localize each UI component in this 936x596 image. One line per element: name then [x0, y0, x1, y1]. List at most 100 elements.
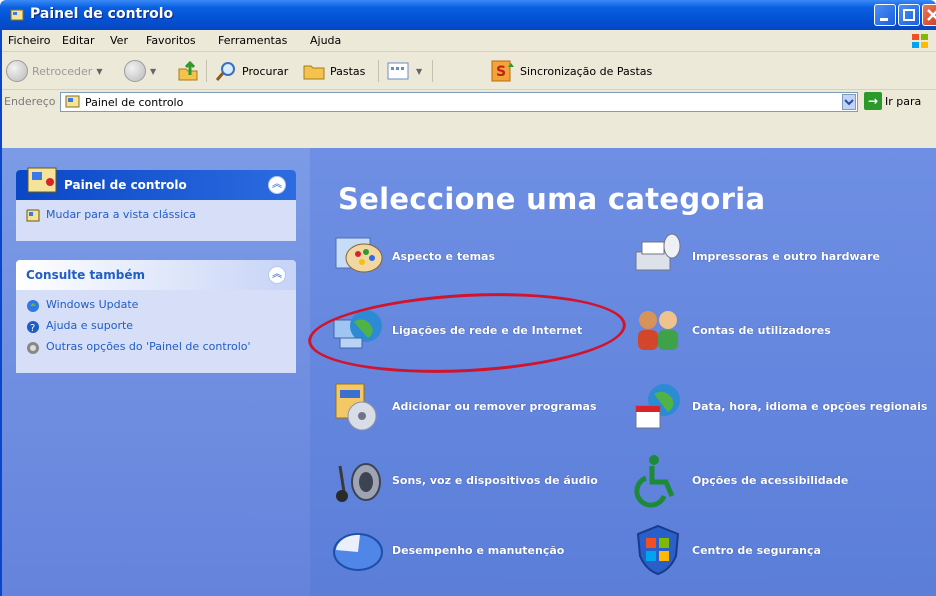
menu-bar: Ficheiro Editar Ver Favoritos Ferramenta…	[0, 30, 936, 52]
go-label: Ir para	[885, 94, 922, 108]
address-field[interactable]: Painel de controlo	[60, 92, 858, 112]
toolbar-divider	[432, 60, 433, 82]
close-icon	[927, 9, 936, 21]
category-user-accounts[interactable]: Contas de utilizadores	[630, 302, 831, 358]
accessibility-icon	[634, 455, 675, 508]
maximize-icon	[903, 9, 915, 21]
views-button[interactable]: ▼	[386, 59, 422, 83]
category-appearance-themes[interactable]: Aspecto e temas	[330, 228, 495, 284]
address-label: Endereço	[4, 95, 56, 108]
panel-body: Mudar para a vista clássica	[16, 200, 296, 241]
maximize-button[interactable]	[898, 4, 920, 26]
go-arrow-icon: →	[864, 92, 882, 110]
date-time-globe-icon	[635, 384, 680, 429]
folders-icon	[303, 65, 325, 80]
category-date-time-regional[interactable]: Data, hora, idioma e opções regionais	[630, 378, 927, 434]
address-bar: Endereço Painel de controlo → Ir para	[0, 90, 936, 148]
sync-label: Sincronização de Pastas	[520, 64, 653, 78]
svg-text:?: ?	[30, 323, 35, 334]
printer-hardware-icon	[635, 233, 681, 271]
window-frame-left	[0, 30, 2, 596]
toolbar: Retroceder ▼ ▼ Procurar Pastas ▼ S Sincr…	[0, 52, 936, 90]
category-security-center[interactable]: Centro de segurança	[630, 522, 821, 578]
minimize-button[interactable]	[874, 4, 896, 26]
toolbar-divider	[378, 60, 379, 82]
back-arrow-icon	[6, 60, 28, 82]
user-accounts-icon	[638, 311, 678, 350]
windows-logo-icon	[912, 34, 928, 48]
control-panel-icon	[10, 9, 24, 21]
chevron-down-icon: ▼	[150, 66, 157, 76]
window-title: Painel de controlo	[30, 6, 174, 22]
menu-ver[interactable]: Ver	[110, 34, 128, 47]
collapse-chevron-icon[interactable]: ︽	[268, 176, 286, 194]
other-options-label: Outras opções do 'Painel de controlo'	[46, 340, 251, 353]
collapse-chevron-icon[interactable]: ︽	[268, 266, 286, 284]
category-printers-hardware[interactable]: Impressoras e outro hardware	[630, 228, 880, 284]
folders-label: Pastas	[330, 64, 366, 78]
security-shield-icon	[636, 524, 680, 576]
control-panel-large-icon	[27, 167, 57, 193]
back-label: Retroceder	[32, 64, 93, 78]
folders-button[interactable]: Pastas	[302, 59, 365, 83]
menu-ferramentas[interactable]: Ferramentas	[218, 34, 287, 47]
chevron-down-icon	[844, 99, 854, 106]
category-label: Desempenho e manutenção	[392, 543, 565, 557]
menu-editar[interactable]: Editar	[62, 34, 95, 47]
category-label: Impressoras e outro hardware	[692, 249, 880, 263]
category-label: Sons, voz e dispositivos de áudio	[392, 473, 598, 487]
menu-ajuda[interactable]: Ajuda	[310, 34, 341, 47]
options-icon	[27, 342, 39, 354]
panel-title: Consulte também	[26, 268, 146, 282]
help-support-label: Ajuda e suporte	[46, 319, 134, 332]
views-icon	[387, 62, 409, 80]
control-panel-section: Painel de controlo ︽ Mudar para a vista …	[16, 167, 296, 241]
windows-update-label: Windows Update	[46, 298, 139, 311]
category-sounds-audio[interactable]: Sons, voz e dispositivos de áudio	[330, 452, 598, 508]
menu-favoritos[interactable]: Favoritos	[146, 34, 196, 47]
address-dropdown-button[interactable]	[842, 94, 856, 110]
chevron-down-icon: ▼	[416, 66, 423, 76]
panel-header[interactable]: Consulte também ︽	[16, 260, 296, 290]
control-panel-icon	[65, 95, 80, 108]
up-folder-icon	[178, 60, 198, 81]
add-remove-programs-icon	[335, 383, 377, 431]
category-accessibility[interactable]: Opções de acessibilidade	[630, 452, 848, 508]
performance-gauge-icon	[333, 533, 383, 571]
svg-text:S: S	[496, 64, 506, 80]
sync-icon: S	[491, 60, 514, 82]
up-folder-button[interactable]	[176, 59, 200, 83]
page-heading: Seleccione uma categoria	[338, 182, 766, 216]
go-button[interactable]: → Ir para	[864, 92, 921, 110]
chevron-down-icon: ▼	[96, 66, 103, 76]
address-value: Painel de controlo	[85, 95, 184, 109]
category-label: Opções de acessibilidade	[692, 473, 849, 487]
windows-update-icon	[27, 300, 39, 312]
search-label: Procurar	[242, 64, 289, 78]
search-icon	[215, 62, 235, 81]
category-label: Contas de utilizadores	[692, 323, 831, 337]
category-add-remove-programs[interactable]: Adicionar ou remover programas	[330, 378, 597, 434]
appearance-themes-icon	[335, 237, 383, 273]
toolbar-divider	[206, 60, 207, 82]
close-button[interactable]	[922, 4, 936, 26]
other-options-link[interactable]: Outras opções do 'Painel de controlo'	[26, 340, 286, 355]
help-support-link[interactable]: ? Ajuda e suporte	[26, 319, 286, 334]
panel-header[interactable]: Painel de controlo ︽	[16, 167, 296, 200]
forward-button[interactable]: ▼	[124, 59, 156, 83]
see-also-section: Consulte também ︽ Windows Update ? Ajuda…	[16, 260, 296, 373]
sync-folders-button[interactable]: S Sincronização de Pastas	[490, 59, 652, 83]
title-bar: Painel de controlo	[0, 0, 936, 30]
control-panel-icon	[26, 209, 40, 222]
back-button[interactable]: Retroceder ▼	[6, 59, 102, 83]
menu-ficheiro[interactable]: Ficheiro	[8, 34, 50, 47]
minimize-icon	[880, 18, 888, 21]
help-icon: ?	[27, 321, 39, 334]
windows-update-link[interactable]: Windows Update	[26, 298, 286, 313]
category-label: Data, hora, idioma e opções regionais	[692, 399, 928, 413]
panel-body: Windows Update ? Ajuda e suporte Outras …	[16, 290, 296, 373]
classic-view-link[interactable]: Mudar para a vista clássica	[26, 208, 286, 223]
task-pane: Painel de controlo ︽ Mudar para a vista …	[0, 148, 310, 596]
search-button[interactable]: Procurar	[214, 59, 288, 83]
category-performance-maintenance[interactable]: Desempenho e manutenção	[330, 522, 564, 578]
